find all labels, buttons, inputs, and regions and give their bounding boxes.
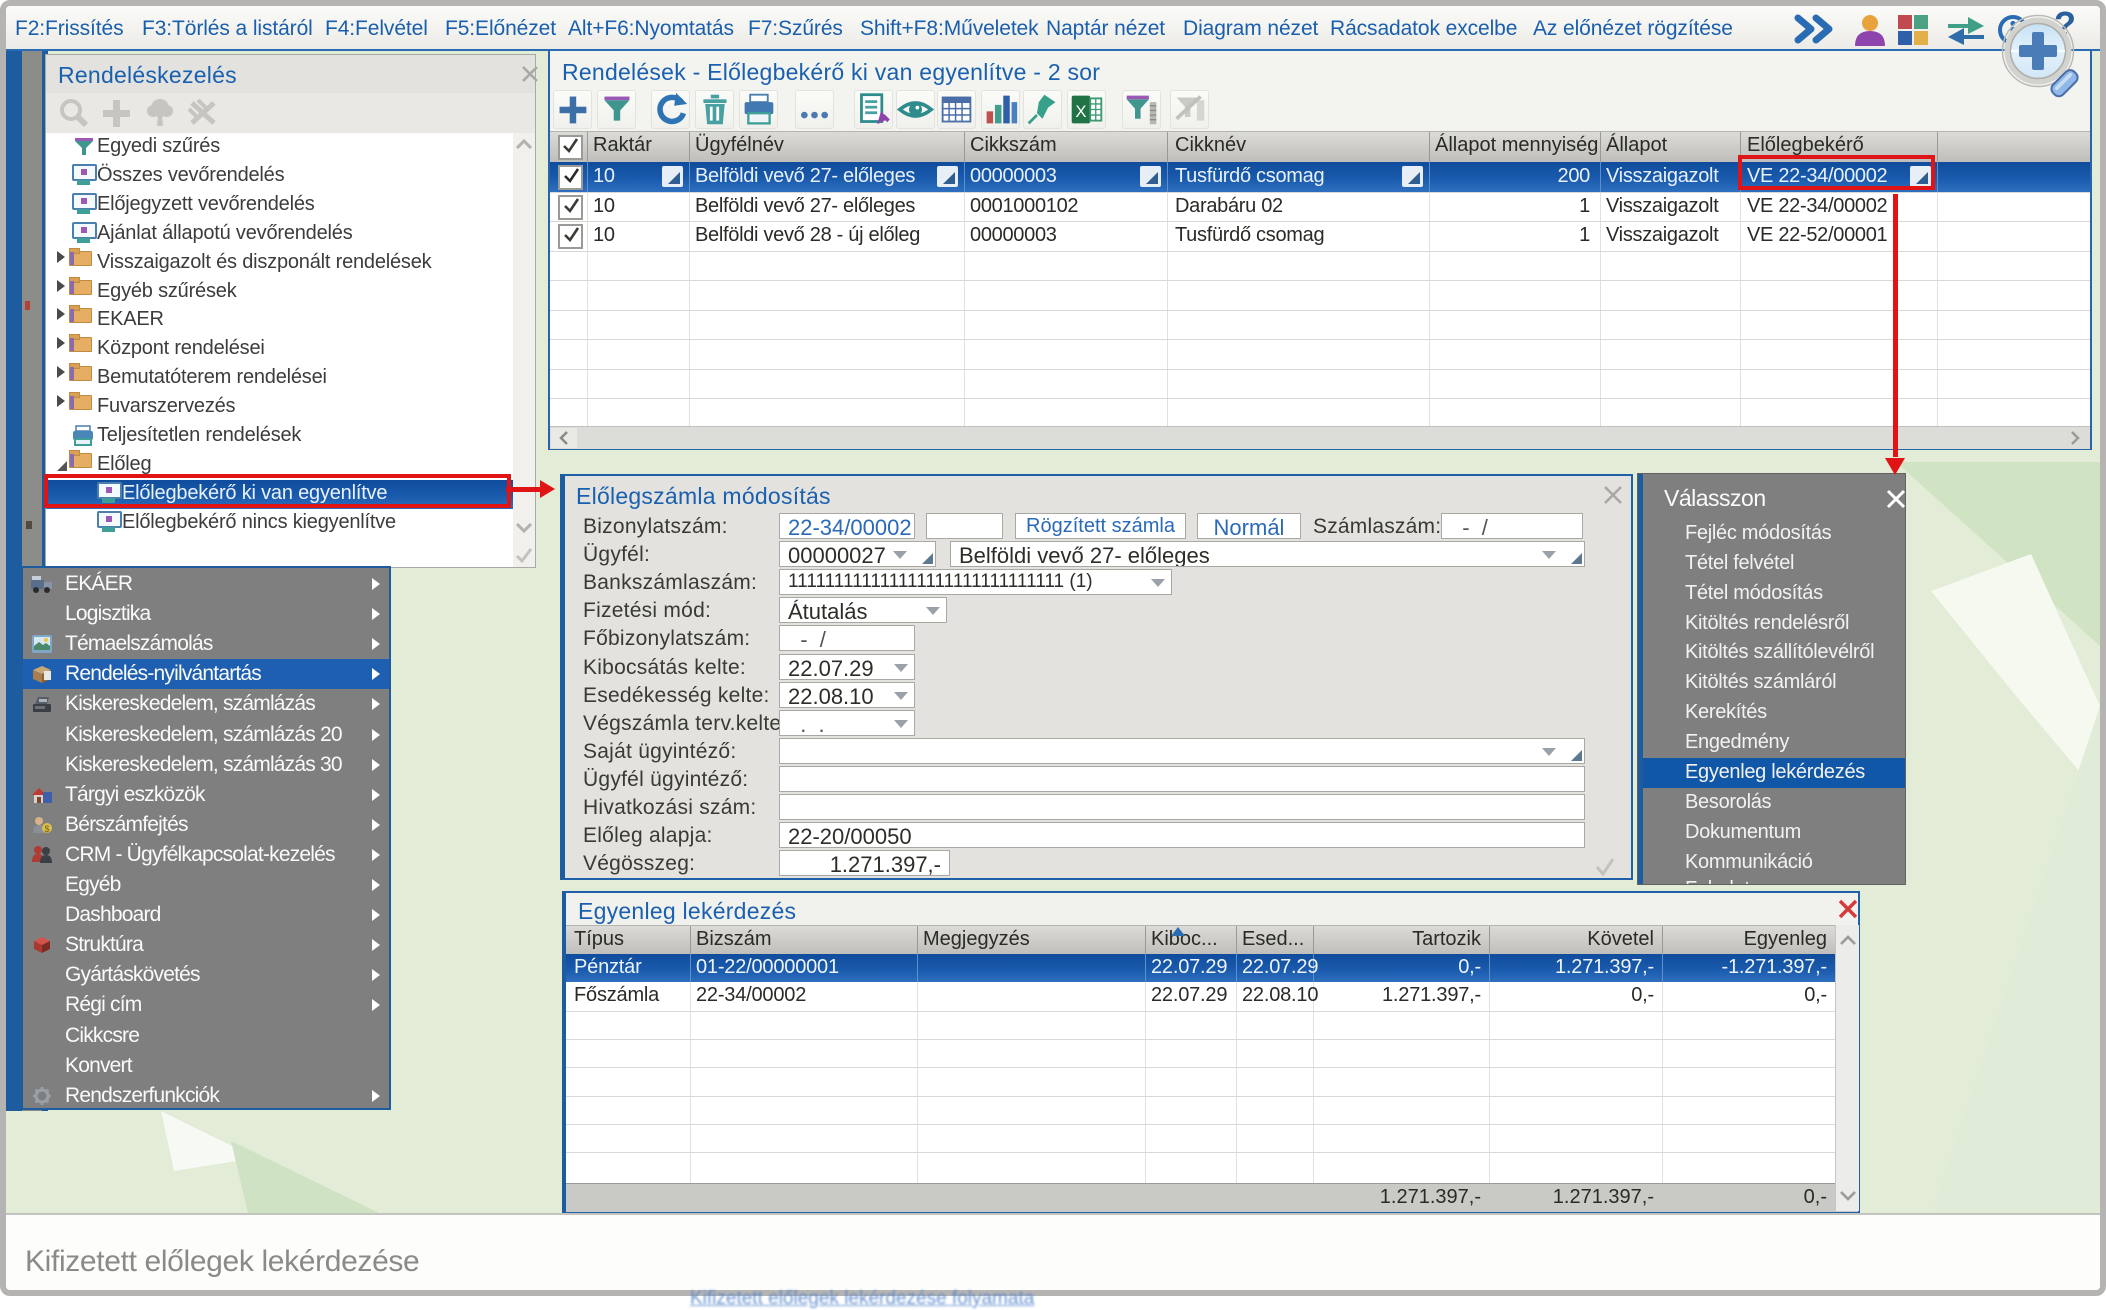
svg-text:$: $ bbox=[45, 824, 50, 834]
svg-text:X: X bbox=[1075, 102, 1086, 121]
